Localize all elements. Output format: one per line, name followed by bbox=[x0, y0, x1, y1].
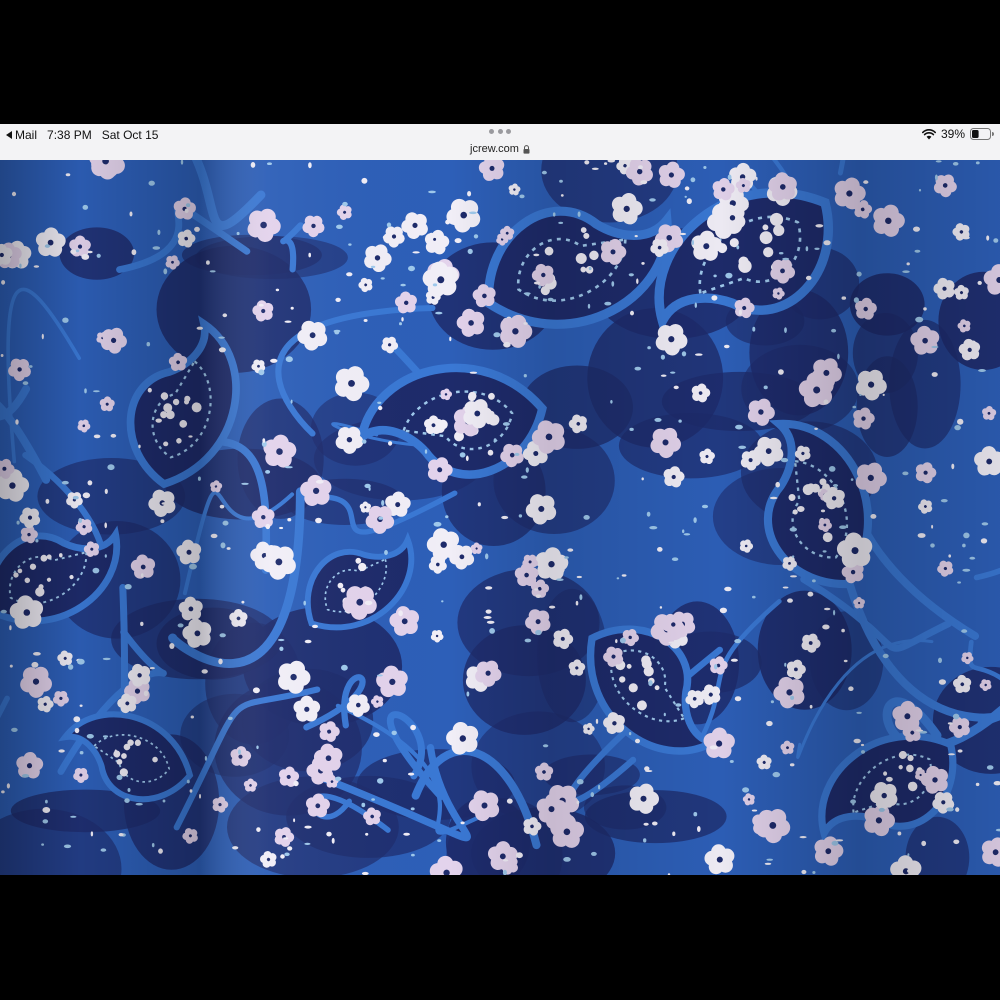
lock-icon bbox=[523, 145, 530, 154]
battery-percent: 39% bbox=[940, 127, 965, 141]
url-text: jcrew.com bbox=[470, 143, 519, 155]
multitask-dot bbox=[489, 128, 494, 134]
multitask-dot bbox=[506, 128, 511, 134]
address-bar: jcrew.com bbox=[0, 143, 1000, 156]
status-date: Sat Oct 15 bbox=[101, 128, 159, 142]
ellipsis-icon[interactable] bbox=[489, 128, 511, 134]
status-left: Mail 7:38 PM Sat Oct 15 bbox=[6, 128, 158, 142]
paisley-pattern bbox=[0, 160, 1000, 875]
battery-fill bbox=[972, 130, 979, 138]
back-to-mail-button[interactable]: Mail bbox=[6, 128, 37, 142]
wifi-icon bbox=[921, 128, 936, 140]
product-image-paisley-fabric[interactable] bbox=[0, 160, 1000, 875]
back-arrow-icon bbox=[6, 131, 12, 139]
back-app-label: Mail bbox=[15, 128, 38, 142]
status-time: 7:38 PM bbox=[47, 128, 92, 142]
fabric-fold-shading bbox=[0, 160, 1000, 875]
battery-icon bbox=[970, 128, 994, 140]
status-bar: Mail 7:38 PM Sat Oct 15 jcrew.com 39% bbox=[0, 124, 1000, 160]
screen: Mail 7:38 PM Sat Oct 15 jcrew.com 39% bbox=[0, 0, 1000, 1000]
url-button[interactable]: jcrew.com bbox=[470, 143, 530, 156]
multitask-dot bbox=[497, 128, 503, 134]
status-right: 39% bbox=[921, 127, 994, 141]
